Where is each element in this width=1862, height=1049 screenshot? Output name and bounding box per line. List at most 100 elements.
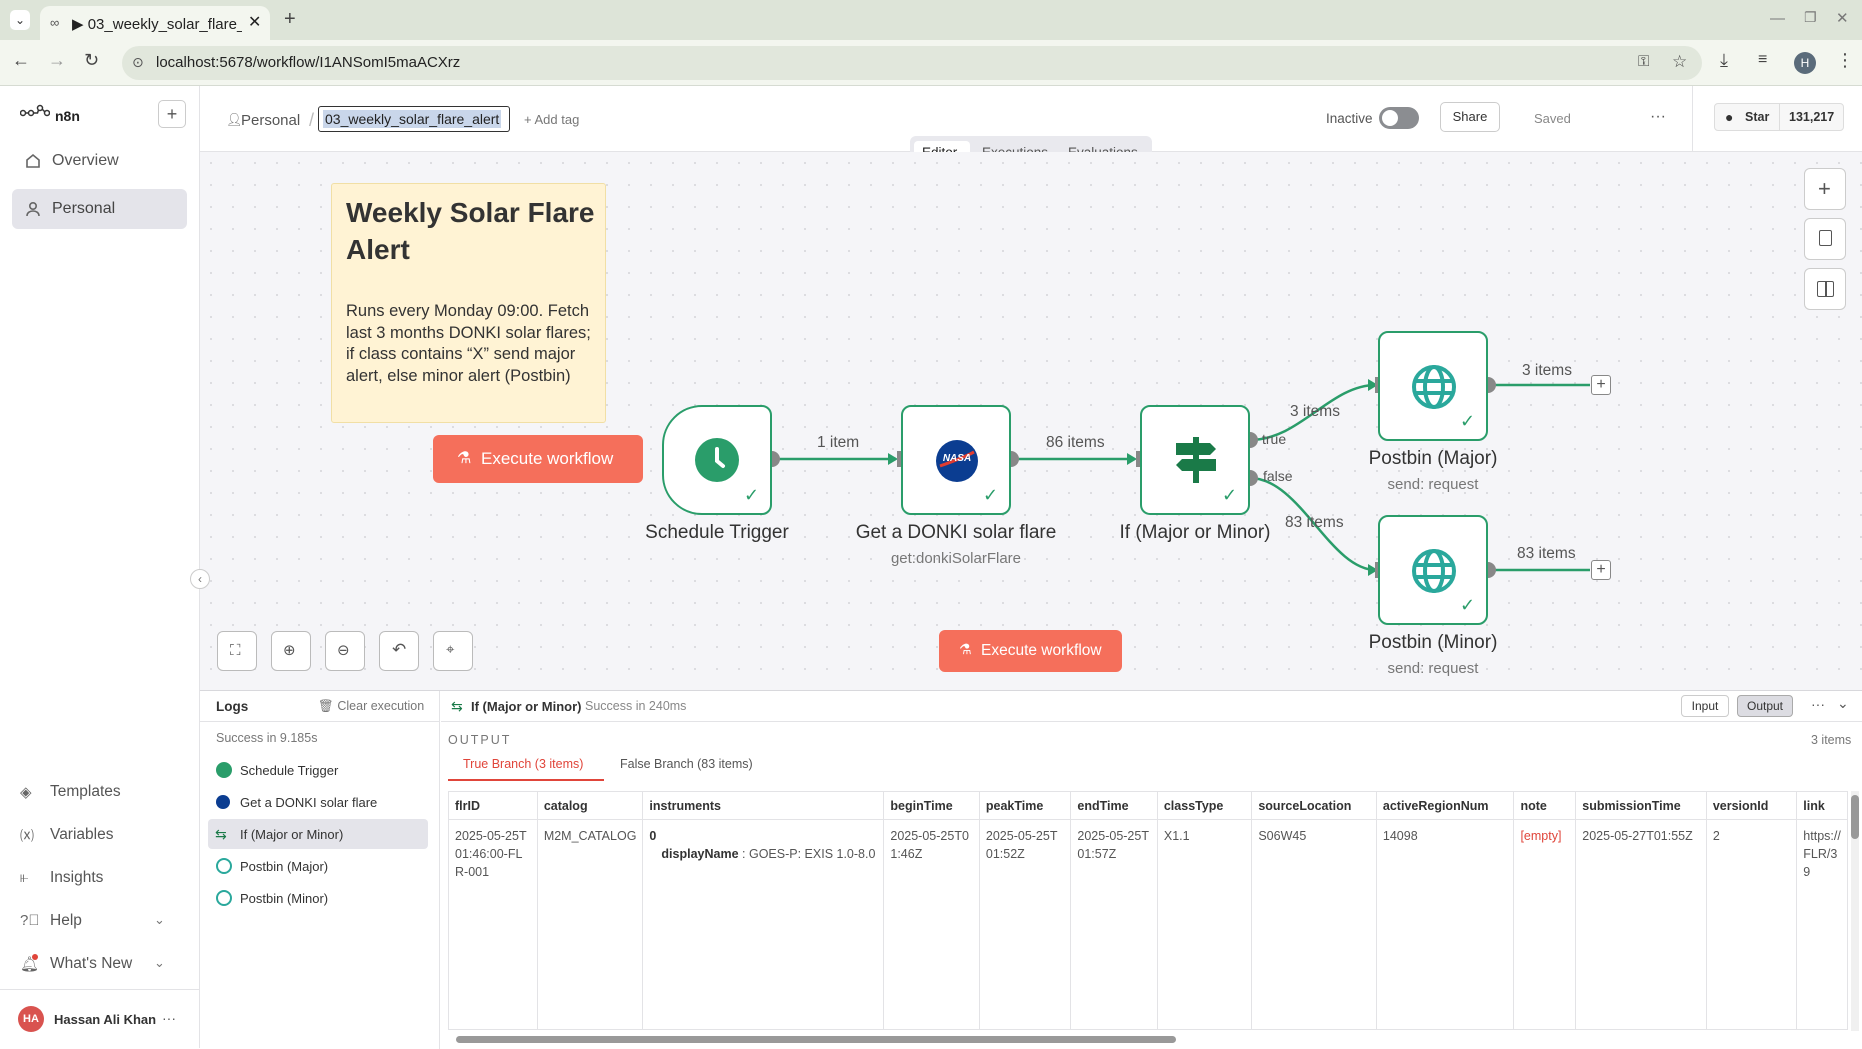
edge-label-true: true — [1262, 431, 1287, 447]
vertical-scrollbar[interactable] — [1851, 791, 1859, 1031]
signpost-icon: ⇆ — [215, 826, 227, 842]
node-postbin-major[interactable]: ✓ — [1378, 331, 1488, 441]
log-entry[interactable]: Get a DONKI solar flare — [208, 787, 428, 817]
node-postbin-minor[interactable]: ✓ — [1378, 515, 1488, 625]
column-header: versionId — [1705, 791, 1798, 820]
cell-peaktime: 2025-05-25T01:52Z — [978, 819, 1072, 1030]
column-header: submissionTime — [1575, 791, 1707, 820]
cell-instruments: 0 displayName : GOES-P: EXIS 1.0-8.0 — [642, 819, 885, 1030]
logs-title: Logs — [216, 699, 249, 714]
sticky-note[interactable]: Weekly Solar Flare Alert Runs every Mond… — [331, 183, 606, 423]
success-check-icon: ✓ — [1460, 411, 1476, 431]
column-header: sourceLocation — [1251, 791, 1377, 820]
execution-summary: Success in 9.185s — [216, 731, 318, 745]
horizontal-scrollbar[interactable] — [448, 1034, 1848, 1044]
fit-view-icon: ⛶ — [230, 642, 241, 659]
add-node-button[interactable]: + — [1591, 560, 1611, 580]
node-label: If (Major or Minor) — [1119, 522, 1271, 543]
cell-activeregionnum: 14098 — [1375, 819, 1515, 1030]
more-options-icon[interactable]: ··· — [1811, 696, 1825, 712]
log-entry[interactable]: Schedule Trigger — [208, 755, 428, 785]
output-table: flrID catalog instruments beginTime peak… — [448, 791, 1848, 1030]
cell-classtype: X1.1 — [1156, 819, 1253, 1030]
log-entry[interactable]: Postbin (Major) — [208, 851, 428, 881]
nasa-logo-icon — [216, 795, 230, 809]
tidy-up-button[interactable]: ⌖ — [433, 631, 473, 671]
edge-label: 86 items — [1046, 434, 1105, 451]
undo-button[interactable]: ↶ — [379, 631, 419, 671]
items-count: 3 items — [1811, 733, 1852, 747]
cell-endtime: 2025-05-25T01:57Z — [1070, 819, 1158, 1030]
column-header: instruments — [642, 791, 885, 820]
edge-label: 83 items — [1285, 514, 1344, 531]
column-header: activeRegionNum — [1375, 791, 1515, 820]
tab-true-branch[interactable]: True Branch (3 items) — [463, 757, 583, 771]
node-subtitle: get:donkiSolarFlare — [890, 550, 1022, 567]
sticky-title: Weekly Solar Flare Alert — [346, 197, 595, 265]
node-label: Postbin (Minor) — [1368, 632, 1498, 653]
column-header: endTime — [1070, 791, 1158, 820]
collapse-panel-icon[interactable]: ⌄ — [1837, 695, 1849, 712]
zoom-out-button[interactable]: ⊖ — [325, 631, 365, 671]
edge-label: 83 items — [1517, 545, 1576, 562]
globe-icon — [1411, 364, 1457, 410]
flask-icon: ⚗ — [959, 641, 972, 657]
node-if-major-or-minor[interactable]: ✓ — [1140, 405, 1250, 515]
cell-flrid: 2025-05-25T01:46:00-FLR-001 — [448, 819, 538, 1030]
output-heading: OUTPUT — [448, 733, 512, 747]
broom-icon: ⌖ — [446, 641, 455, 658]
node-label: Get a DONKI solar flare — [855, 522, 1057, 543]
add-node-button[interactable]: + — [1591, 375, 1611, 395]
cell-link: https://FLR/39 — [1796, 819, 1848, 1030]
column-header: flrID — [448, 791, 538, 820]
globe-icon — [216, 890, 232, 906]
execute-workflow-button[interactable]: ⚗ Execute workflow — [939, 630, 1122, 672]
column-header: note — [1513, 791, 1577, 820]
signpost-icon — [1172, 435, 1220, 485]
input-toggle-button[interactable]: Input — [1681, 695, 1729, 717]
log-entry[interactable]: Postbin (Minor) — [208, 883, 428, 913]
node-schedule-trigger[interactable]: ✓ — [662, 405, 772, 515]
column-header: classType — [1156, 791, 1253, 820]
zoom-in-button[interactable]: ⊕ — [271, 631, 311, 671]
success-check-icon: ✓ — [744, 485, 760, 505]
cell-versionid: 2 — [1705, 819, 1798, 1030]
undo-icon: ↶ — [392, 640, 407, 659]
execute-workflow-button[interactable]: ⚗ Execute workflow — [433, 435, 643, 483]
flask-icon: ⚗ — [457, 450, 472, 467]
sticky-note-icon[interactable] — [1804, 218, 1846, 260]
tab-false-branch[interactable]: False Branch (83 items) — [620, 757, 753, 771]
add-node-panel-button[interactable]: + — [1804, 168, 1846, 210]
edge-label-false: false — [1263, 468, 1293, 484]
cell-sourcelocation: S06W45 — [1251, 819, 1377, 1030]
success-check-icon: ✓ — [1222, 485, 1238, 505]
selected-node-name: If (Major or Minor) — [471, 699, 582, 714]
success-check-icon: ✓ — [983, 485, 999, 505]
collapse-sidebar-button[interactable]: ‹ — [190, 569, 210, 589]
output-table-wrapper[interactable]: flrID catalog instruments beginTime peak… — [448, 791, 1848, 1031]
globe-icon — [216, 858, 232, 874]
output-toggle-button[interactable]: Output — [1737, 695, 1793, 717]
node-subtitle: send: request — [1387, 476, 1479, 493]
node-get-donki-solar-flare[interactable]: NASA ✓ — [901, 405, 1011, 515]
success-check-icon: ✓ — [1460, 595, 1476, 615]
column-header: beginTime — [883, 791, 980, 820]
log-detail: ⇆ If (Major or Minor) Success in 240ms I… — [441, 691, 1862, 1049]
node-subtitle: send: request — [1387, 660, 1479, 677]
clock-icon — [695, 438, 739, 482]
fit-view-button[interactable]: ⛶ — [217, 631, 257, 671]
nasa-logo-icon: NASA — [936, 440, 978, 482]
clear-execution-button[interactable]: 🗑︎ Clear execution — [318, 699, 424, 714]
logs-panel: Logs 🗑︎ Clear execution Success in 9.185… — [200, 690, 1862, 1049]
log-entry-selected[interactable]: ⇆ If (Major or Minor) — [208, 819, 428, 849]
active-tab-indicator — [448, 779, 604, 781]
column-header: peakTime — [978, 791, 1072, 820]
sticky-body: Runs every Monday 09:00. Fetch last 3 mo… — [346, 302, 591, 385]
globe-icon — [1411, 548, 1457, 594]
node-label: Postbin (Major) — [1368, 448, 1498, 469]
cell-begintime: 2025-05-25T01:46Z — [883, 819, 980, 1030]
zoom-in-icon: ⊕ — [283, 642, 296, 659]
edge-label: 3 items — [1290, 403, 1340, 420]
panel-toggle-icon[interactable] — [1804, 268, 1846, 310]
column-header: link — [1796, 791, 1848, 820]
